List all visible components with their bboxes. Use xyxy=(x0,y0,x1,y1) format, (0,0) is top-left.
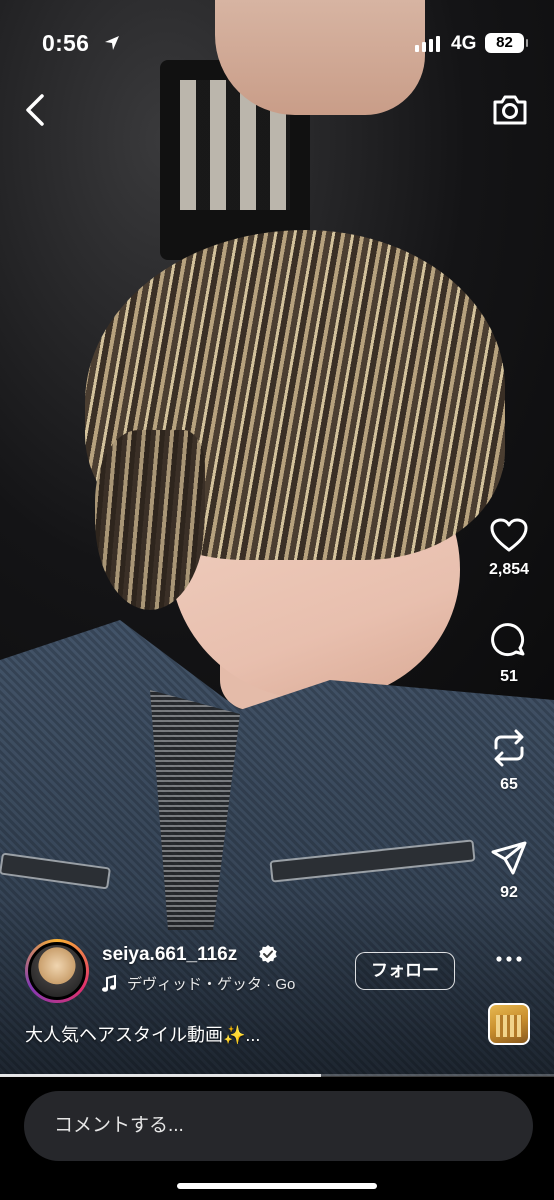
avatar-image xyxy=(28,942,86,1000)
repost-button[interactable]: 65 xyxy=(477,728,541,794)
network-type: 4G xyxy=(451,33,477,54)
bottom-bar: コメントする... xyxy=(0,1077,554,1200)
battery-indicator: 82 xyxy=(485,33,528,53)
comment-input[interactable]: コメントする... xyxy=(24,1091,533,1161)
location-arrow-icon xyxy=(105,36,119,50)
status-time: 0:56 xyxy=(42,30,90,56)
camera-icon[interactable] xyxy=(490,90,530,130)
comment-button[interactable]: 51 xyxy=(477,622,541,686)
follow-button[interactable]: フォロー xyxy=(355,952,455,990)
share-count: 92 xyxy=(500,884,518,901)
home-indicator xyxy=(177,1183,377,1189)
audio-thumbnail[interactable] xyxy=(488,1003,530,1045)
like-count: 2,854 xyxy=(488,561,530,578)
status-bar: 0:56 4G 82 xyxy=(0,0,554,80)
subject-hair-side xyxy=(95,430,205,610)
audio-row[interactable]: デヴィッド・ゲッタ · Go xyxy=(101,973,295,994)
verified-badge-icon xyxy=(259,945,277,963)
reel-video[interactable] xyxy=(0,0,554,1076)
send-icon xyxy=(491,841,527,875)
repost-icon xyxy=(494,729,524,767)
share-button[interactable]: 92 xyxy=(477,840,541,902)
cell-signal-icon xyxy=(415,36,440,52)
music-note-icon xyxy=(102,974,116,992)
audio-title: デヴィッド・ゲッタ · Go xyxy=(127,976,296,993)
author-avatar[interactable] xyxy=(25,939,89,1003)
repost-count: 65 xyxy=(500,776,518,793)
comment-bubble-icon xyxy=(491,623,525,657)
more-dots-icon[interactable] xyxy=(494,949,524,969)
heart-icon xyxy=(490,518,528,552)
like-button[interactable]: 2,854 xyxy=(477,517,541,579)
chevron-left-icon[interactable] xyxy=(22,92,52,128)
reel-caption[interactable]: 大人気ヘアスタイル動画✨... xyxy=(25,1021,260,1047)
comment-count: 51 xyxy=(500,668,518,685)
author-username[interactable]: seiya.661_116z xyxy=(102,944,237,966)
